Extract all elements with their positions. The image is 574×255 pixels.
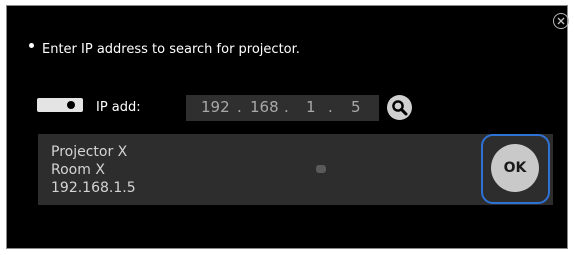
projector-name: Projector X: [51, 144, 128, 160]
room-name: Room X: [51, 162, 105, 178]
search-button[interactable]: [387, 95, 412, 120]
ip-address-field[interactable]: 192 . 168 . 1 . 5: [186, 95, 379, 121]
ip-separator: .: [284, 98, 289, 116]
projector-ip: 192.168.1.5: [51, 180, 136, 196]
ok-button[interactable]: OK: [491, 144, 539, 192]
ip-address-label: IP add:: [96, 100, 141, 115]
magnifier-icon: [392, 100, 408, 116]
ip-separator: .: [328, 98, 333, 116]
instruction-label: Enter IP address to search for projector…: [42, 42, 300, 57]
ip-octet-3[interactable]: 1: [306, 98, 316, 116]
close-icon[interactable]: [553, 13, 569, 29]
ip-octet-1[interactable]: 192: [201, 98, 230, 116]
ip-separator: .: [237, 98, 242, 116]
bullet-icon: [29, 43, 34, 48]
ip-octet-4[interactable]: 5: [351, 98, 361, 116]
status-indicator: [316, 165, 326, 173]
instruction-text: Enter IP address to search for projector…: [29, 42, 300, 57]
projector-icon: [37, 98, 83, 112]
ip-octet-2[interactable]: 168: [250, 98, 279, 116]
